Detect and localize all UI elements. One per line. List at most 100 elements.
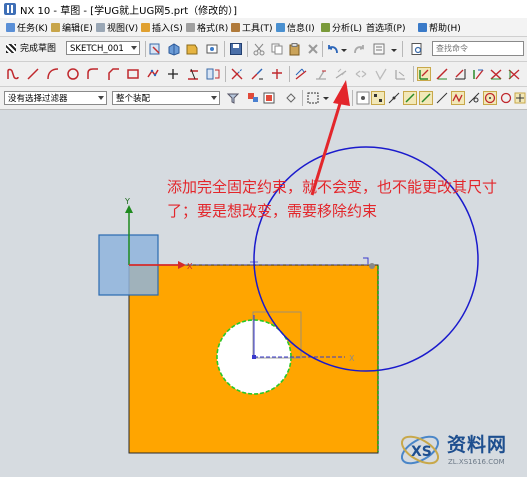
menu-help[interactable]: 帮助(H) <box>418 21 461 34</box>
mid-point-icon[interactable] <box>387 91 401 105</box>
toolbar-separator <box>302 90 303 106</box>
search-input[interactable] <box>436 42 516 54</box>
repeat-command-icon[interactable] <box>372 42 386 56</box>
selection-filter-dropdown[interactable]: 没有选择过滤器 <box>4 91 107 105</box>
menu-preferences[interactable]: 首选项(P) <box>366 21 405 34</box>
quick-trim-icon[interactable] <box>230 67 244 81</box>
menu-analysis[interactable]: 分析(L) <box>321 21 362 34</box>
selection-method-dropdown-icon[interactable] <box>322 91 330 105</box>
chevron-down-icon <box>131 46 137 50</box>
menu-view[interactable]: 视图(V) <box>96 21 138 34</box>
alternate-solution-icon[interactable] <box>453 67 467 81</box>
filter-icon[interactable] <box>226 91 240 105</box>
snap-point-icon[interactable] <box>334 91 348 105</box>
remove-constraints-icon[interactable] <box>489 67 503 81</box>
view-sketch-icon[interactable] <box>205 42 219 56</box>
convert-to-reference-icon[interactable] <box>435 67 449 81</box>
deselect-icon[interactable] <box>284 91 298 105</box>
make-corner-icon[interactable] <box>270 67 284 81</box>
auto-dimension-icon[interactable] <box>417 67 431 81</box>
watermark-url: ZL.XS1616.COM <box>448 458 505 466</box>
tangent-point-icon[interactable] <box>467 91 481 105</box>
nx-logo-icon <box>4 3 16 15</box>
toolbar-separator <box>289 66 290 82</box>
line-icon[interactable] <box>26 67 40 81</box>
menu-tools[interactable]: 工具(T) <box>231 21 273 34</box>
search-command-field[interactable] <box>432 41 524 56</box>
pattern-curve-icon[interactable] <box>206 67 220 81</box>
polygon-icon[interactable] <box>146 67 160 81</box>
make-symmetric-icon[interactable] <box>354 67 368 81</box>
quadrant-circle-icon[interactable] <box>499 91 513 105</box>
update-model-icon[interactable] <box>185 42 199 56</box>
constraint-tools-more-icon[interactable] <box>507 67 521 81</box>
cut-icon[interactable] <box>252 42 266 56</box>
watermark-name: 资料网 <box>447 434 508 456</box>
offset-curve-icon[interactable] <box>186 67 200 81</box>
fillet-icon[interactable] <box>86 67 100 81</box>
select-all-icon[interactable] <box>262 91 276 105</box>
toolbar-separator <box>224 41 225 57</box>
chevron-down-icon <box>211 96 217 100</box>
end-point-icon[interactable] <box>371 91 385 105</box>
undo-icon[interactable] <box>326 42 340 56</box>
point-on-curve-icon[interactable] <box>435 91 449 105</box>
annotation-text: 添加完全固定约束，就不会变，也不能更改其尺寸了；要是想改变，需要移除约束 <box>167 178 498 220</box>
rectangle-select-icon[interactable] <box>306 91 320 105</box>
menu-insert[interactable]: 插入(S) <box>141 21 183 34</box>
arc-center-icon[interactable] <box>483 91 497 105</box>
copy-icon[interactable] <box>270 42 284 56</box>
window-title: NX 10 - 草图 - [学UG就上UG网5.prt（修改的）] <box>20 6 238 17</box>
save-icon[interactable] <box>229 42 243 56</box>
sketch-direction-icon[interactable] <box>149 42 163 56</box>
reattach-icon[interactable] <box>167 42 181 56</box>
toolbar-separator <box>225 66 226 82</box>
finish-flag-icon <box>6 44 16 53</box>
point-icon[interactable] <box>166 67 180 81</box>
type-filter-icon[interactable] <box>246 91 260 105</box>
paste-icon[interactable] <box>288 42 302 56</box>
chevron-down-icon <box>98 96 104 100</box>
toolbar-separator <box>352 90 353 106</box>
arc-icon[interactable] <box>46 67 60 81</box>
point-on-face-icon[interactable] <box>514 91 526 105</box>
chamfer-icon[interactable] <box>106 67 120 81</box>
rapid-dimension-icon[interactable] <box>294 67 308 81</box>
sketch-name-dropdown[interactable]: SKETCH_001 <box>66 41 140 55</box>
inferred-constraints-icon[interactable] <box>374 67 388 81</box>
control-point-icon[interactable] <box>403 91 417 105</box>
toolbar-separator <box>247 41 248 57</box>
intersection-point-icon[interactable] <box>419 91 433 105</box>
sketch-tools-toolbar <box>0 62 527 87</box>
assembly-scope-dropdown[interactable]: 整个装配 <box>112 91 220 105</box>
command-finder-icon[interactable] <box>410 42 424 56</box>
menu-bar: 任务(K) 编辑(E) 视图(V) 插入(S) 格式(R) 工具(T) 信息(I… <box>0 18 527 37</box>
finish-sketch-button[interactable]: 完成草图 <box>4 41 56 57</box>
menu-task[interactable]: 任务(K) <box>6 21 48 34</box>
fully-fixed-constraint-icon[interactable] <box>334 67 348 81</box>
redo-icon[interactable] <box>352 42 366 56</box>
toolbar-separator <box>413 66 414 82</box>
more-commands-icon[interactable] <box>390 43 398 57</box>
menu-info[interactable]: 信息(I) <box>276 21 315 34</box>
toolbar-separator <box>322 41 323 57</box>
menu-edit[interactable]: 编辑(E) <box>51 21 93 34</box>
undo-dropdown-icon[interactable] <box>340 43 348 57</box>
rectangle-icon[interactable] <box>126 67 140 81</box>
watermark-logo-icon: XS <box>400 435 440 465</box>
graphics-window[interactable] <box>0 110 527 477</box>
geometric-constraints-icon[interactable] <box>314 67 328 81</box>
circle-icon[interactable] <box>66 67 80 81</box>
svg-text:XS: XS <box>411 444 432 460</box>
menu-format[interactable]: 格式(R) <box>186 21 228 34</box>
relations-browser-icon[interactable] <box>471 67 485 81</box>
selection-bar: 没有选择过滤器 整个装配 <box>0 87 527 110</box>
enable-snap-point-icon[interactable] <box>356 91 370 105</box>
show-constraints-icon[interactable] <box>394 67 408 81</box>
toolbar-separator <box>145 41 146 57</box>
profile-icon[interactable] <box>6 67 20 81</box>
delete-icon[interactable] <box>306 42 320 56</box>
quadrant-point-icon[interactable] <box>451 91 465 105</box>
toolbar-separator <box>402 41 403 57</box>
quick-extend-icon[interactable] <box>250 67 264 81</box>
